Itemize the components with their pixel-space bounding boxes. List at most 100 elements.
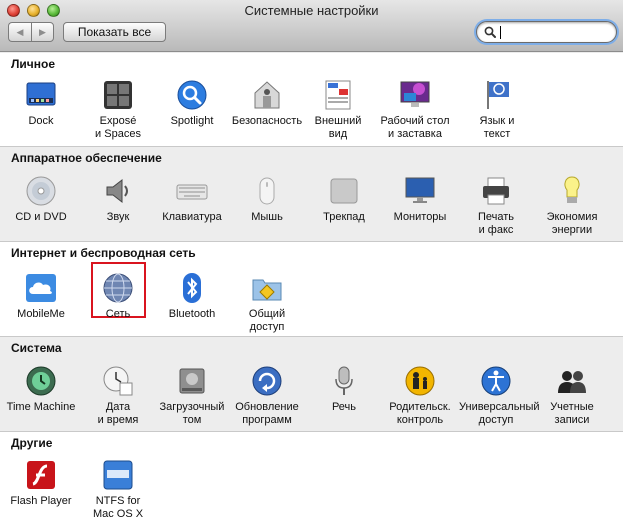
back-button[interactable]: ◀ — [8, 22, 31, 42]
search-field[interactable] — [476, 21, 617, 43]
pref-label: Родительск. контроль — [389, 401, 451, 426]
pref-energy-saver[interactable]: Экономия энергии — [535, 175, 609, 237]
pref-label: Клавиатура — [162, 211, 222, 223]
pref-accounts[interactable]: Учетные записи — [535, 365, 609, 427]
section-personal: Личное Dock Exposé и Spaces Spotlight Бе… — [0, 53, 623, 146]
pref-time-machine[interactable]: Time Machine — [4, 365, 78, 414]
pref-label: Bluetooth — [168, 308, 216, 320]
language-icon — [487, 81, 509, 109]
pref-label: Внешний вид — [314, 115, 362, 140]
speech-icon — [335, 366, 353, 395]
pref-label: Учетные записи — [550, 401, 594, 426]
pref-security[interactable]: Безопасность — [230, 79, 304, 128]
security-icon — [254, 81, 280, 109]
pref-label: CD и DVD — [15, 211, 67, 223]
pref-label: Трекпад — [323, 211, 365, 223]
title-bar: Системные настройки ◀ ▶ Показать все — [0, 0, 623, 52]
search-input[interactable] — [499, 24, 609, 40]
pref-mobileme[interactable]: MobileMe — [4, 272, 78, 321]
desktop-icon — [400, 81, 430, 107]
section-title: Интернет и беспроводная сеть — [11, 246, 196, 260]
pref-language-text[interactable]: Язык и текст — [460, 79, 534, 141]
pref-bluetooth[interactable]: Bluetooth — [155, 272, 229, 321]
section-title: Аппаратное обеспечение — [11, 151, 162, 165]
trackpad-icon — [330, 178, 358, 204]
pref-ntfs[interactable]: NTFS for Mac OS X — [81, 459, 155, 521]
pref-desktop-screensaver[interactable]: Рабочий стол и заставка — [378, 79, 452, 141]
nav-buttons: ◀ ▶ — [8, 22, 54, 42]
spotlight-icon — [177, 80, 207, 110]
pref-label: Универсальный доступ — [459, 401, 540, 426]
time-machine-icon — [26, 366, 56, 396]
sound-icon — [106, 178, 128, 204]
pref-label: Экономия энергии — [546, 211, 598, 236]
pref-label: Рабочий стол и заставка — [380, 115, 450, 140]
section-title: Другие — [11, 436, 53, 450]
pref-cd-dvd[interactable]: CD и DVD — [4, 175, 78, 224]
pref-label: NTFS for Mac OS X — [92, 495, 144, 520]
expose-icon — [104, 81, 132, 109]
pref-label: Речь — [331, 401, 357, 413]
pref-label: Дата и время — [97, 401, 139, 426]
energy-icon — [564, 176, 580, 203]
pref-sharing[interactable]: Общий доступ — [230, 272, 304, 334]
forward-arrow-icon: ▶ — [39, 26, 46, 37]
pref-label: Flash Player — [10, 495, 72, 507]
pref-network[interactable]: Сеть — [81, 272, 155, 321]
pref-label: Обновление программ — [235, 401, 299, 426]
pref-date-time[interactable]: Дата и время — [81, 365, 155, 427]
pref-appearance[interactable]: Внешний вид — [301, 79, 375, 141]
pref-label: Dock — [28, 115, 54, 127]
pref-dock[interactable]: Dock — [4, 79, 78, 128]
ntfs-icon — [103, 460, 133, 490]
bluetooth-icon — [183, 273, 201, 303]
pref-label: Печать и факс — [477, 211, 515, 236]
appearance-icon — [325, 80, 351, 110]
pref-startup-disk[interactable]: Загрузочный том — [155, 365, 229, 427]
keyboard-icon — [176, 184, 208, 200]
pref-trackpad[interactable]: Трекпад — [307, 175, 381, 224]
pref-label: Мышь — [251, 211, 283, 223]
startup-disk-icon — [179, 368, 205, 394]
network-icon — [103, 273, 133, 303]
software-update-icon — [252, 366, 282, 396]
section-other: Другие Flash Player NTFS for Mac OS X — [0, 431, 623, 522]
pref-label: Сеть — [105, 308, 131, 320]
accounts-icon — [558, 371, 586, 393]
pref-label: Spotlight — [170, 115, 214, 127]
section-hardware: Аппаратное обеспечение CD и DVD Звук Кла… — [0, 146, 623, 241]
universal-access-icon — [481, 366, 511, 396]
pref-label: Мониторы — [393, 211, 447, 223]
mobileme-icon — [26, 274, 56, 302]
pref-speech[interactable]: Речь — [307, 365, 381, 414]
pref-flash-player[interactable]: Flash Player — [4, 459, 78, 508]
pref-universal-access[interactable]: Универсальный доступ — [459, 365, 540, 427]
section-title: Система — [11, 341, 62, 355]
flash-player-icon — [27, 461, 55, 489]
pref-mouse[interactable]: Мышь — [230, 175, 304, 224]
pref-print-fax[interactable]: Печать и факс — [459, 175, 533, 237]
sharing-icon — [252, 279, 282, 301]
pref-sound[interactable]: Звук — [81, 175, 155, 224]
dock-icon — [26, 82, 56, 106]
show-all-button[interactable]: Показать все — [63, 22, 166, 42]
pref-keyboard[interactable]: Клавиатура — [155, 175, 229, 224]
forward-button[interactable]: ▶ — [31, 22, 54, 42]
pref-label: Общий доступ — [248, 308, 286, 333]
pref-label: Звук — [106, 211, 130, 223]
date-time-icon — [103, 366, 133, 396]
pref-expose-spaces[interactable]: Exposé и Spaces — [81, 79, 155, 141]
section-internet-wireless: Интернет и беспроводная сеть MobileMe Се… — [0, 241, 623, 336]
pref-parental-controls[interactable]: Родительск. контроль — [383, 365, 457, 427]
pref-spotlight[interactable]: Spotlight — [155, 79, 229, 128]
pref-label: Безопасность — [231, 115, 303, 127]
pref-label: Time Machine — [6, 401, 76, 413]
back-arrow-icon: ◀ — [16, 26, 24, 37]
pref-software-update[interactable]: Обновление программ — [230, 365, 304, 427]
window-title: Системные настройки — [244, 3, 379, 18]
parental-controls-icon — [405, 366, 435, 396]
section-title: Личное — [11, 57, 56, 71]
pref-label: MobileMe — [17, 308, 65, 320]
displays-icon — [405, 177, 435, 203]
pref-displays[interactable]: Мониторы — [383, 175, 457, 224]
